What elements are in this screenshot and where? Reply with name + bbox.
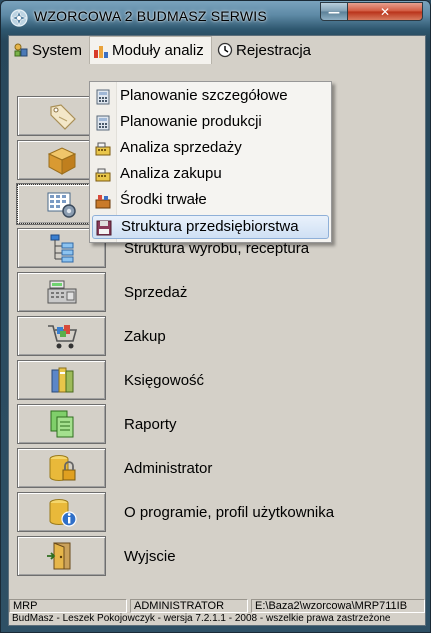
menu-modules-label: Moduły analiz (112, 42, 204, 59)
button-row-10: O programie, profil użytkownika (17, 492, 417, 534)
price-tag-icon (49, 104, 76, 130)
button-row-5: Sprzedaż (17, 272, 417, 314)
reports-icon (50, 410, 73, 438)
menu-item-fixed-assets[interactable]: Środki trwałe (92, 189, 329, 213)
menu-item-fixed-assets-label: Środki trwałe (120, 191, 207, 208)
app-logo-icon[interactable] (9, 8, 29, 28)
title-bar[interactable]: WZORCOWA 2 BUDMASZ SERWIS — ✕ (1, 1, 430, 35)
menu-registration-label: Rejestracja (236, 41, 312, 59)
button-row-8: Raporty (17, 404, 417, 446)
modules-dropdown-menu: Planowanie szczegółowe Planowanie produk… (89, 81, 332, 243)
button-row-6: Zakup (17, 316, 417, 358)
tools-icon (95, 195, 111, 209)
sales-button[interactable] (17, 272, 106, 312)
menu-item-sales-analysis[interactable]: Analiza sprzedaży (92, 137, 329, 161)
status-path: E:\Baza2\wzorcowa\MRP711IB (251, 599, 425, 613)
app-window: WZORCOWA 2 BUDMASZ SERWIS — ✕ System Mod… (0, 0, 431, 633)
sales-label: Sprzedaż (124, 283, 188, 301)
register-icon (95, 142, 111, 156)
calculator-icon (96, 89, 110, 105)
about-label: O programie, profil użytkownika (124, 503, 335, 521)
menu-bar: System Moduły analiz Rejestracja (9, 36, 425, 64)
administrator-label: Administrator (124, 459, 213, 477)
close-button[interactable]: ✕ (347, 2, 423, 21)
menu-registration[interactable]: Rejestracja (217, 36, 311, 64)
close-icon: ✕ (379, 4, 391, 19)
exit-door-icon (46, 542, 70, 570)
menu-item-company-structure-label: Struktura przedsiębiorstwa (121, 218, 299, 235)
button-row-9: Administrator (17, 448, 417, 490)
menu-item-detailed-planning[interactable]: Planowanie szczegółowe (92, 85, 329, 109)
grid-gear-icon (47, 192, 76, 218)
menu-modules[interactable]: Moduły analiz (89, 36, 212, 64)
button-row-11: Wyjscie (17, 536, 417, 578)
database-info-icon (49, 499, 77, 527)
administrator-button[interactable] (17, 448, 106, 488)
menu-item-purchase-analysis[interactable]: Analiza zakupu (92, 163, 329, 187)
menu-item-production-planning-label: Planowanie produkcji (120, 113, 262, 130)
minimize-icon: — (328, 4, 340, 19)
menu-item-production-planning[interactable]: Planowanie produkcji (92, 111, 329, 135)
purchase-button[interactable] (17, 316, 106, 356)
floppy-icon (96, 220, 112, 236)
system-icon (14, 43, 28, 57)
tree-structure-icon (50, 234, 73, 263)
accounting-button[interactable] (17, 360, 106, 400)
calculator-icon (96, 115, 110, 131)
menu-system-label: System (32, 41, 83, 59)
status-module: MRP (9, 599, 127, 613)
books-icon (51, 367, 73, 393)
exit-label: Wyjscie (124, 547, 176, 565)
clock-icon (217, 42, 233, 58)
menu-system[interactable]: System (13, 36, 82, 64)
footer-copyright: BudMasz - Leszek Pokojowczyk - wersja 7.… (12, 613, 391, 624)
status-bar: MRP ADMINISTRATOR E:\Baza2\wzorcowa\MRP7… (9, 599, 425, 613)
menu-item-detailed-planning-label: Planowanie szczegółowe (120, 87, 288, 104)
menu-item-company-structure[interactable]: Struktura przedsiębiorstwa (92, 215, 329, 239)
status-user: ADMINISTRATOR (130, 599, 248, 613)
register-icon (95, 168, 111, 182)
cash-register-icon (47, 280, 76, 304)
purchase-label: Zakup (124, 327, 166, 345)
menu-item-purchase-analysis-label: Analiza zakupu (120, 165, 222, 182)
exit-button[interactable] (17, 536, 106, 576)
minimize-button[interactable]: — (320, 2, 348, 21)
window-title: WZORCOWA 2 BUDMASZ SERWIS (34, 8, 267, 24)
package-box-icon (47, 147, 76, 175)
main-client-area: System Moduły analiz Rejestracja Struktu… (8, 35, 426, 626)
accounting-label: Księgowość (124, 371, 205, 389)
database-lock-icon (49, 455, 75, 481)
about-button[interactable] (17, 492, 106, 532)
button-row-7: Księgowość (17, 360, 417, 402)
reports-label: Raporty (124, 415, 177, 433)
menu-item-sales-analysis-label: Analiza sprzedaży (120, 139, 242, 156)
reports-button[interactable] (17, 404, 106, 444)
shopping-cart-icon (47, 325, 77, 349)
chart-icon (94, 45, 108, 58)
